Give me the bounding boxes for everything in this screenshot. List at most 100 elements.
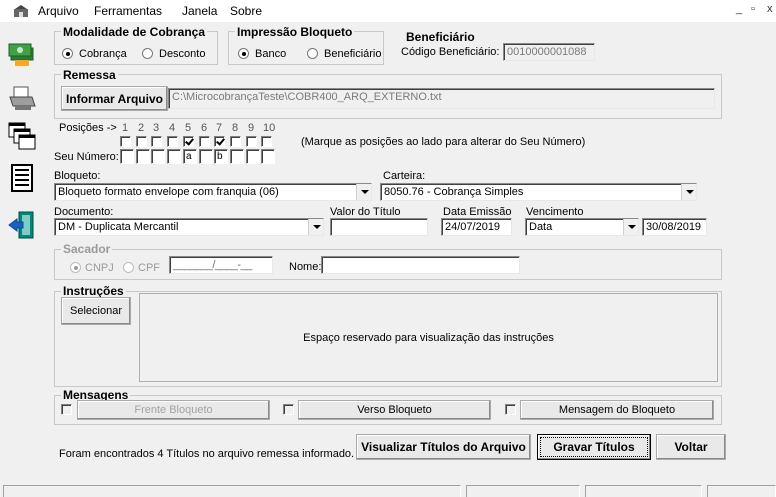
verso-bloqueto-checkbox[interactable] [283, 404, 294, 415]
sacador-doc-field[interactable]: _______/____-__ [169, 256, 273, 274]
posicao-number: 10 [263, 122, 276, 134]
seu-numero-label: Seu Número: [54, 151, 119, 163]
frente-bloqueto-checkbox[interactable] [61, 404, 72, 415]
document-icon[interactable] [7, 163, 37, 193]
posicao-checkbox[interactable] [214, 136, 225, 147]
posicao-checkbox[interactable] [151, 136, 162, 147]
posicao-checkbox[interactable] [183, 136, 194, 147]
posicao-number: 7 [216, 122, 223, 134]
app-icon [13, 4, 29, 21]
impressao-title: Impressão Bloqueto [235, 25, 355, 39]
carteira-value: 8050.76 - Cobrança Simples [384, 186, 524, 198]
seu-numero-box[interactable] [261, 149, 275, 164]
posicao-checkbox[interactable] [136, 136, 147, 147]
seu-numero-box[interactable] [199, 149, 213, 164]
seu-numero-box[interactable] [246, 149, 260, 164]
chevron-down-icon[interactable] [356, 184, 371, 200]
close-button[interactable]: x [767, 3, 773, 15]
status-panel [3, 485, 461, 497]
banco-radio[interactable] [238, 48, 249, 59]
codigo-beneficiario-field[interactable]: 0010000001088 [503, 43, 595, 61]
beneficiario-radio[interactable] [307, 48, 318, 59]
instrucoes-display: Espaço reservado para visualização das i… [139, 293, 718, 382]
remessa-title: Remessa [61, 68, 118, 82]
minimize-button[interactable]: _ [736, 3, 742, 15]
vencimento-type-select[interactable]: Data [525, 218, 639, 236]
seu-numero-box[interactable]: b [214, 149, 228, 164]
posicao-number: 8 [232, 122, 239, 134]
cpf-label[interactable]: CPF [138, 262, 160, 275]
chevron-down-icon[interactable] [308, 219, 323, 235]
mensagem-bloqueto-button[interactable]: Mensagem do Bloqueto [520, 400, 714, 420]
selecionar-button[interactable]: Selecionar [61, 297, 131, 325]
cpf-radio[interactable] [123, 262, 134, 273]
status-panel [585, 485, 702, 497]
status-bar [0, 483, 776, 497]
desconto-radio[interactable] [142, 48, 153, 59]
menu-ferramentas[interactable]: Ferramentas [94, 4, 162, 18]
documento-select[interactable]: DM - Duplicata Mercantil [54, 218, 324, 236]
carteira-label: Carteira: [383, 170, 426, 182]
posicao-number: 9 [248, 122, 255, 134]
cobranca-label[interactable]: Cobrança [79, 48, 127, 61]
nome-label: Nome: [289, 261, 322, 273]
banco-label[interactable]: Banco [255, 48, 286, 61]
documento-value: DM - Duplicata Mercantil [58, 221, 179, 233]
seu-numero-box[interactable] [136, 149, 150, 164]
frente-bloqueto-button[interactable]: Frente Bloqueto [77, 400, 270, 420]
posicao-checkbox[interactable] [261, 136, 272, 147]
informar-arquivo-button[interactable]: Informar Arquivo [61, 86, 168, 111]
posicao-checkbox[interactable] [167, 136, 178, 147]
posicao-checkbox[interactable] [246, 136, 257, 147]
voltar-button[interactable]: Voltar [656, 434, 726, 460]
posicao-number: 1 [122, 122, 129, 134]
cnpj-radio[interactable] [70, 262, 81, 273]
footer-info: Foram encontrados 4 Títulos no arquivo r… [59, 448, 355, 460]
chevron-down-icon[interactable] [623, 219, 638, 235]
printer-icon[interactable] [7, 84, 37, 114]
seu-numero-box[interactable]: a [183, 149, 197, 164]
vencimento-type-value: Data [529, 221, 553, 233]
posicoes-hint: (Marque as posições ao lado para alterar… [301, 136, 586, 148]
menu-janela[interactable]: Janela [182, 4, 217, 18]
vencimento-date-field[interactable]: 30/08/2019 [642, 218, 707, 236]
valor-titulo-field[interactable] [330, 218, 428, 236]
posicao-checkbox[interactable] [230, 136, 241, 147]
chevron-down-icon[interactable] [681, 184, 696, 200]
bloqueto-label: Bloqueto: [54, 170, 101, 182]
menu-arquivo[interactable]: Arquivo [38, 4, 79, 18]
restore-button[interactable]: ▫ [751, 3, 755, 15]
cobranca-radio[interactable] [62, 48, 73, 59]
instrucoes-placeholder: Espaço reservado para visualização das i… [303, 331, 554, 344]
seu-numero-box[interactable] [120, 149, 134, 164]
desconto-label[interactable]: Desconto [159, 48, 205, 61]
mensagem-bloqueto-checkbox[interactable] [505, 404, 516, 415]
verso-bloqueto-button[interactable]: Verso Bloqueto [298, 400, 491, 420]
posicao-number: 5 [185, 122, 192, 134]
modalidade-title: Modalidade de Cobrança [61, 25, 208, 39]
codigo-beneficiario-label: Código Beneficiário: [401, 46, 500, 58]
seu-numero-box[interactable] [151, 149, 165, 164]
cnpj-label[interactable]: CNPJ [85, 262, 114, 275]
posicao-checkbox[interactable] [120, 136, 131, 147]
remessa-path-field[interactable]: C:\MicrocobrançaTeste\COBR400_ARQ_EXTERN… [168, 88, 715, 109]
seu-numero-box[interactable] [230, 149, 244, 164]
carteira-select[interactable]: 8050.76 - Cobrança Simples [380, 183, 697, 201]
posicao-checkbox[interactable] [199, 136, 210, 147]
gravar-titulos-button[interactable]: Gravar Títulos [537, 434, 651, 460]
seu-numero-box[interactable] [167, 149, 181, 164]
posicao-number: 3 [153, 122, 160, 134]
nome-field[interactable] [321, 256, 520, 274]
menu-sobre[interactable]: Sobre [230, 4, 262, 18]
status-panel [466, 485, 580, 497]
bloqueto-select[interactable]: Bloqueto formato envelope com franquia (… [54, 183, 372, 201]
visualizar-titulos-button[interactable]: Visualizar Títulos do Arquivo [356, 434, 531, 460]
beneficiario-title: Beneficiário [404, 30, 477, 44]
beneficiario-option-label[interactable]: Beneficiário [324, 48, 381, 61]
data-emissao-field[interactable]: 24/07/2019 [441, 218, 512, 236]
money-icon[interactable] [7, 38, 37, 68]
status-panel [707, 485, 776, 497]
windows-icon[interactable] [7, 121, 37, 151]
exit-icon[interactable] [7, 210, 37, 240]
instrucoes-title: Instruções [61, 284, 126, 298]
